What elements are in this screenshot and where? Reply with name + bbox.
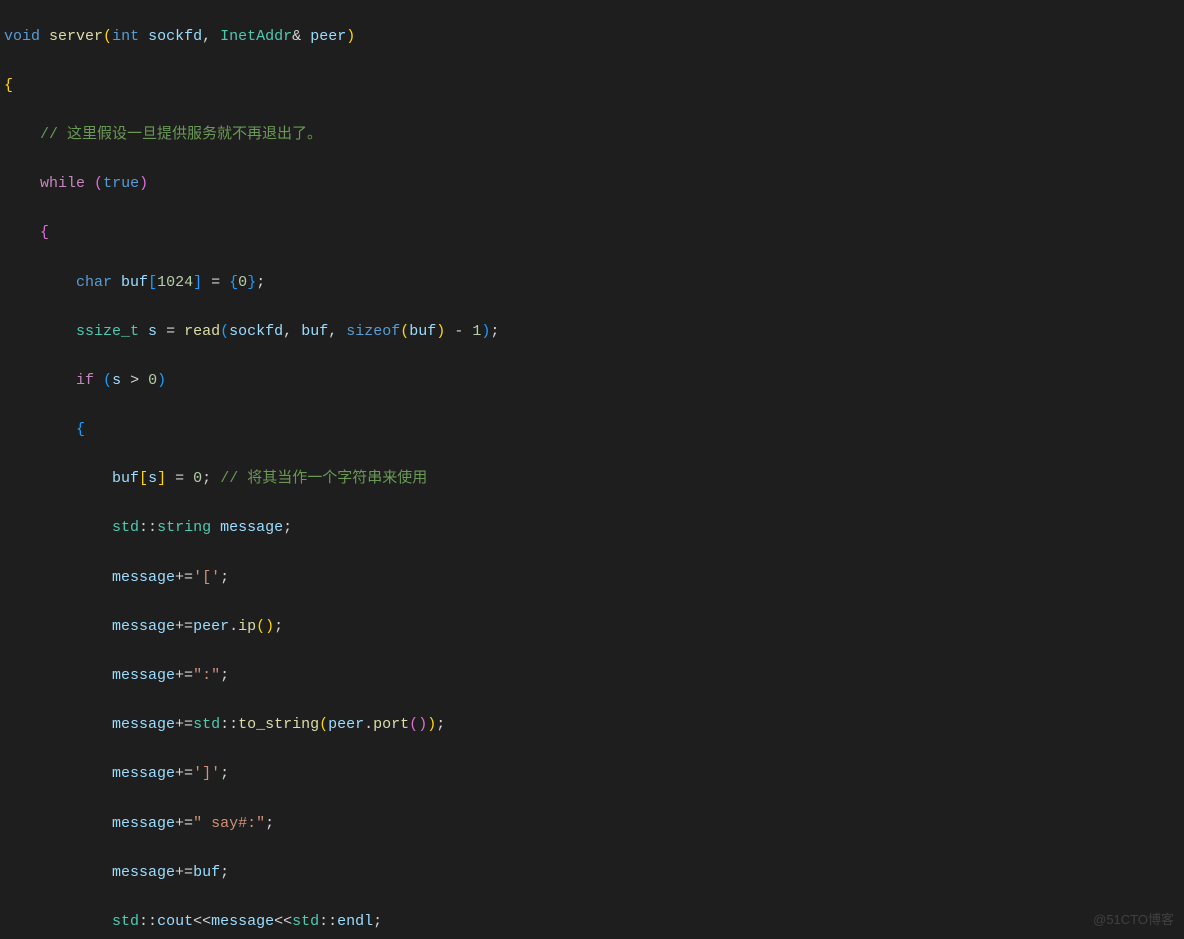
keyword-while: while xyxy=(40,175,85,192)
type-inetaddr: InetAddr xyxy=(220,28,292,45)
var-message: message xyxy=(112,815,175,832)
var-buf: buf xyxy=(193,864,220,881)
var-peer: peer xyxy=(328,716,364,733)
ns-std: std xyxy=(112,519,139,536)
code-line: ssize_t s = read(sockfd, buf, sizeof(buf… xyxy=(4,320,1180,345)
var-message: message xyxy=(112,716,175,733)
code-line: std::cout<<message<<std::endl; xyxy=(4,910,1180,935)
type-ssize: ssize_t xyxy=(76,323,139,340)
code-line: { xyxy=(4,221,1180,246)
string-literal: '[' xyxy=(193,569,220,586)
var-s: s xyxy=(148,323,157,340)
code-line: void server(int sockfd, InetAddr& peer) xyxy=(4,25,1180,50)
var-cout: cout xyxy=(157,913,193,930)
var-buf: buf xyxy=(409,323,436,340)
func-ip: ip xyxy=(238,618,256,635)
var-sockfd: sockfd xyxy=(229,323,283,340)
code-line: message+=std::to_string(peer.port()); xyxy=(4,713,1180,738)
var-buf: buf xyxy=(112,470,139,487)
code-line: while (true) xyxy=(4,172,1180,197)
var-message: message xyxy=(112,618,175,635)
func-name: server xyxy=(49,28,103,45)
string-literal: ":" xyxy=(193,667,220,684)
var-message: message xyxy=(220,519,283,536)
var-message: message xyxy=(112,765,175,782)
watermark: @51CTO博客 xyxy=(1093,908,1174,933)
var-s: s xyxy=(112,372,121,389)
ns-std: std xyxy=(193,716,220,733)
var-peer: peer xyxy=(193,618,229,635)
var-buf: buf xyxy=(121,274,148,291)
keyword-void: void xyxy=(4,28,40,45)
code-line: message+=buf; xyxy=(4,861,1180,886)
code-line: buf[s] = 0; // 将其当作一个字符串来使用 xyxy=(4,467,1180,492)
code-line: message+=']'; xyxy=(4,762,1180,787)
code-line: char buf[1024] = {0}; xyxy=(4,271,1180,296)
var-message: message xyxy=(211,913,274,930)
var-s: s xyxy=(148,470,157,487)
code-line: std::string message; xyxy=(4,516,1180,541)
comment: // 这里假设一旦提供服务就不再退出了。 xyxy=(40,126,322,143)
keyword-if: if xyxy=(76,372,94,389)
func-read: read xyxy=(184,323,220,340)
type-int: int xyxy=(112,28,139,45)
code-line: { xyxy=(4,74,1180,99)
var-message: message xyxy=(112,864,175,881)
ns-std: std xyxy=(292,913,319,930)
ns-std: std xyxy=(112,913,139,930)
number-0: 0 xyxy=(238,274,247,291)
type-string: string xyxy=(157,519,211,536)
func-tostring: to_string xyxy=(238,716,319,733)
comment: // 将其当作一个字符串来使用 xyxy=(220,470,427,487)
code-line: message+=" say#:"; xyxy=(4,812,1180,837)
code-line: message+=peer.ip(); xyxy=(4,615,1180,640)
var-buf: buf xyxy=(301,323,328,340)
code-line: if (s > 0) xyxy=(4,369,1180,394)
code-line: message+='['; xyxy=(4,566,1180,591)
string-literal: " say#:" xyxy=(193,815,265,832)
number-0: 0 xyxy=(193,470,202,487)
code-line: message+=":"; xyxy=(4,664,1180,689)
code-line: { xyxy=(4,418,1180,443)
string-literal: ']' xyxy=(193,765,220,782)
param-sockfd: sockfd xyxy=(148,28,202,45)
var-message: message xyxy=(112,569,175,586)
type-char: char xyxy=(76,274,112,291)
var-endl: endl xyxy=(337,913,373,930)
number-1: 1 xyxy=(472,323,481,340)
var-message: message xyxy=(112,667,175,684)
number-0: 0 xyxy=(148,372,157,389)
keyword-true: true xyxy=(103,175,139,192)
code-line: // 这里假设一旦提供服务就不再退出了。 xyxy=(4,123,1180,148)
code-editor[interactable]: void server(int sockfd, InetAddr& peer) … xyxy=(0,0,1184,939)
func-port: port xyxy=(373,716,409,733)
param-peer: peer xyxy=(310,28,346,45)
number-1024: 1024 xyxy=(157,274,193,291)
keyword-sizeof: sizeof xyxy=(346,323,400,340)
